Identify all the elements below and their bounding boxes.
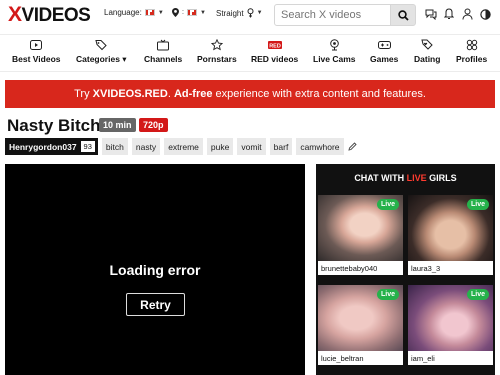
chevron-down-icon: ▼	[256, 10, 263, 16]
promo-brand: XVIDEOS.RED	[92, 88, 168, 100]
duration-badge: 10 min	[99, 118, 136, 132]
header-icons	[425, 8, 491, 20]
tag-list: Henrygordon037 93 bitch nasty extreme pu…	[5, 138, 358, 155]
nav-games[interactable]: Games	[370, 39, 398, 64]
star-icon	[210, 39, 223, 51]
search-button[interactable]	[390, 4, 416, 26]
chat-icon[interactable]	[425, 8, 437, 20]
cam-name: iam_eli	[408, 351, 493, 365]
tag-item[interactable]: extreme	[164, 138, 203, 155]
nav-dating[interactable]: Dating	[414, 39, 440, 64]
nav-categories[interactable]: Categories ▾	[76, 39, 127, 65]
profiles-icon	[466, 39, 477, 51]
red-promo-banner[interactable]: Try XVIDEOS.RED. Ad-free experience with…	[5, 80, 495, 108]
cam-tile[interactable]: Live iam_eli	[408, 285, 493, 365]
tag-item[interactable]: vomit	[237, 138, 266, 155]
cam-thumbnail: Live	[408, 285, 493, 351]
uploader-name: Henrygordon037	[9, 141, 77, 152]
tag-item[interactable]: barf	[269, 138, 293, 155]
tag-item[interactable]: bitch	[101, 138, 128, 155]
top-header: XVIDEOS Language: ▼ : ▼ Straight ▼	[0, 0, 500, 30]
separator: :	[182, 9, 184, 16]
tag-item[interactable]: camwhore	[296, 138, 344, 155]
loading-error-text: Loading error	[109, 262, 201, 278]
dark-mode-icon[interactable]	[479, 8, 491, 20]
chevron-down-icon: ▼	[157, 9, 164, 16]
location-selector[interactable]: : ▼	[172, 8, 206, 17]
female-symbol-icon	[247, 8, 254, 18]
user-icon[interactable]	[461, 8, 473, 20]
tags-icon	[95, 40, 107, 51]
retry-button[interactable]: Retry	[126, 293, 185, 316]
cam-tile[interactable]: Live brunettebaby040	[318, 195, 403, 275]
cam-thumbnail: Live	[318, 285, 403, 351]
tv-icon	[157, 39, 170, 51]
gamepad-icon	[377, 41, 391, 49]
language-selector[interactable]: Language: ▼	[104, 8, 164, 17]
nav-best-videos[interactable]: Best Videos	[12, 39, 61, 64]
tag-item[interactable]: puke	[206, 138, 234, 155]
canada-flag-icon	[186, 9, 197, 16]
cam-thumbnail: Live	[408, 195, 493, 261]
cam-tile[interactable]: Live laura3_3	[408, 195, 493, 275]
live-panel-heading[interactable]: CHAT WITH LIVE GIRLS	[316, 164, 495, 192]
live-badge: Live	[466, 289, 489, 300]
location-pin-icon	[172, 8, 179, 17]
red-badge-icon: RED	[267, 41, 282, 49]
live-badge: Live	[466, 199, 489, 210]
canada-flag-icon	[144, 9, 155, 16]
video-title: Nasty Bitch	[7, 116, 101, 135]
live-badge: Live	[376, 199, 399, 210]
video-player[interactable]: Loading error Retry	[5, 164, 305, 375]
cam-name: laura3_3	[408, 261, 493, 275]
nav-live-cams[interactable]: Live Cams	[313, 39, 356, 64]
uploader-count: 93	[80, 141, 95, 152]
live-cams-panel: CHAT WITH LIVE GIRLS Live brunettebaby04…	[316, 164, 495, 375]
chevron-down-icon: ▼	[199, 9, 206, 16]
uploader-link[interactable]: Henrygordon037 93	[5, 138, 98, 155]
live-badge: Live	[376, 289, 399, 300]
bell-icon[interactable]	[443, 8, 455, 20]
nav-red-videos[interactable]: RED RED videos	[251, 39, 298, 64]
svg-text:RED: RED	[269, 43, 281, 49]
nav-profiles[interactable]: Profiles	[456, 39, 487, 64]
cam-name: lucie_beltran	[318, 351, 403, 365]
main-nav: Best Videos Categories ▾ Channels Pornst…	[0, 34, 500, 72]
orientation-selector[interactable]: Straight ▼	[216, 8, 263, 18]
heart-tag-icon	[421, 39, 433, 50]
cam-name: brunettebaby040	[318, 261, 403, 275]
search-input[interactable]	[274, 4, 391, 26]
tag-item[interactable]: nasty	[131, 138, 161, 155]
logo-text: VIDEOS	[21, 5, 91, 26]
orientation-label: Straight	[216, 8, 244, 18]
play-box-icon	[30, 40, 43, 50]
cam-thumbnail: Live	[318, 195, 403, 261]
webcam-icon	[329, 39, 339, 51]
nav-pornstars[interactable]: Pornstars	[197, 39, 237, 64]
nav-channels[interactable]: Channels	[144, 39, 182, 64]
quality-badge: 720p	[139, 118, 168, 132]
cam-tile[interactable]: Live lucie_beltran	[318, 285, 403, 365]
language-label: Language:	[104, 8, 142, 17]
logo-x: X	[8, 3, 22, 26]
search-icon	[397, 9, 409, 21]
xvideos-logo[interactable]: XVIDEOS	[8, 3, 91, 26]
edit-tags-pencil-icon[interactable]	[348, 142, 358, 152]
